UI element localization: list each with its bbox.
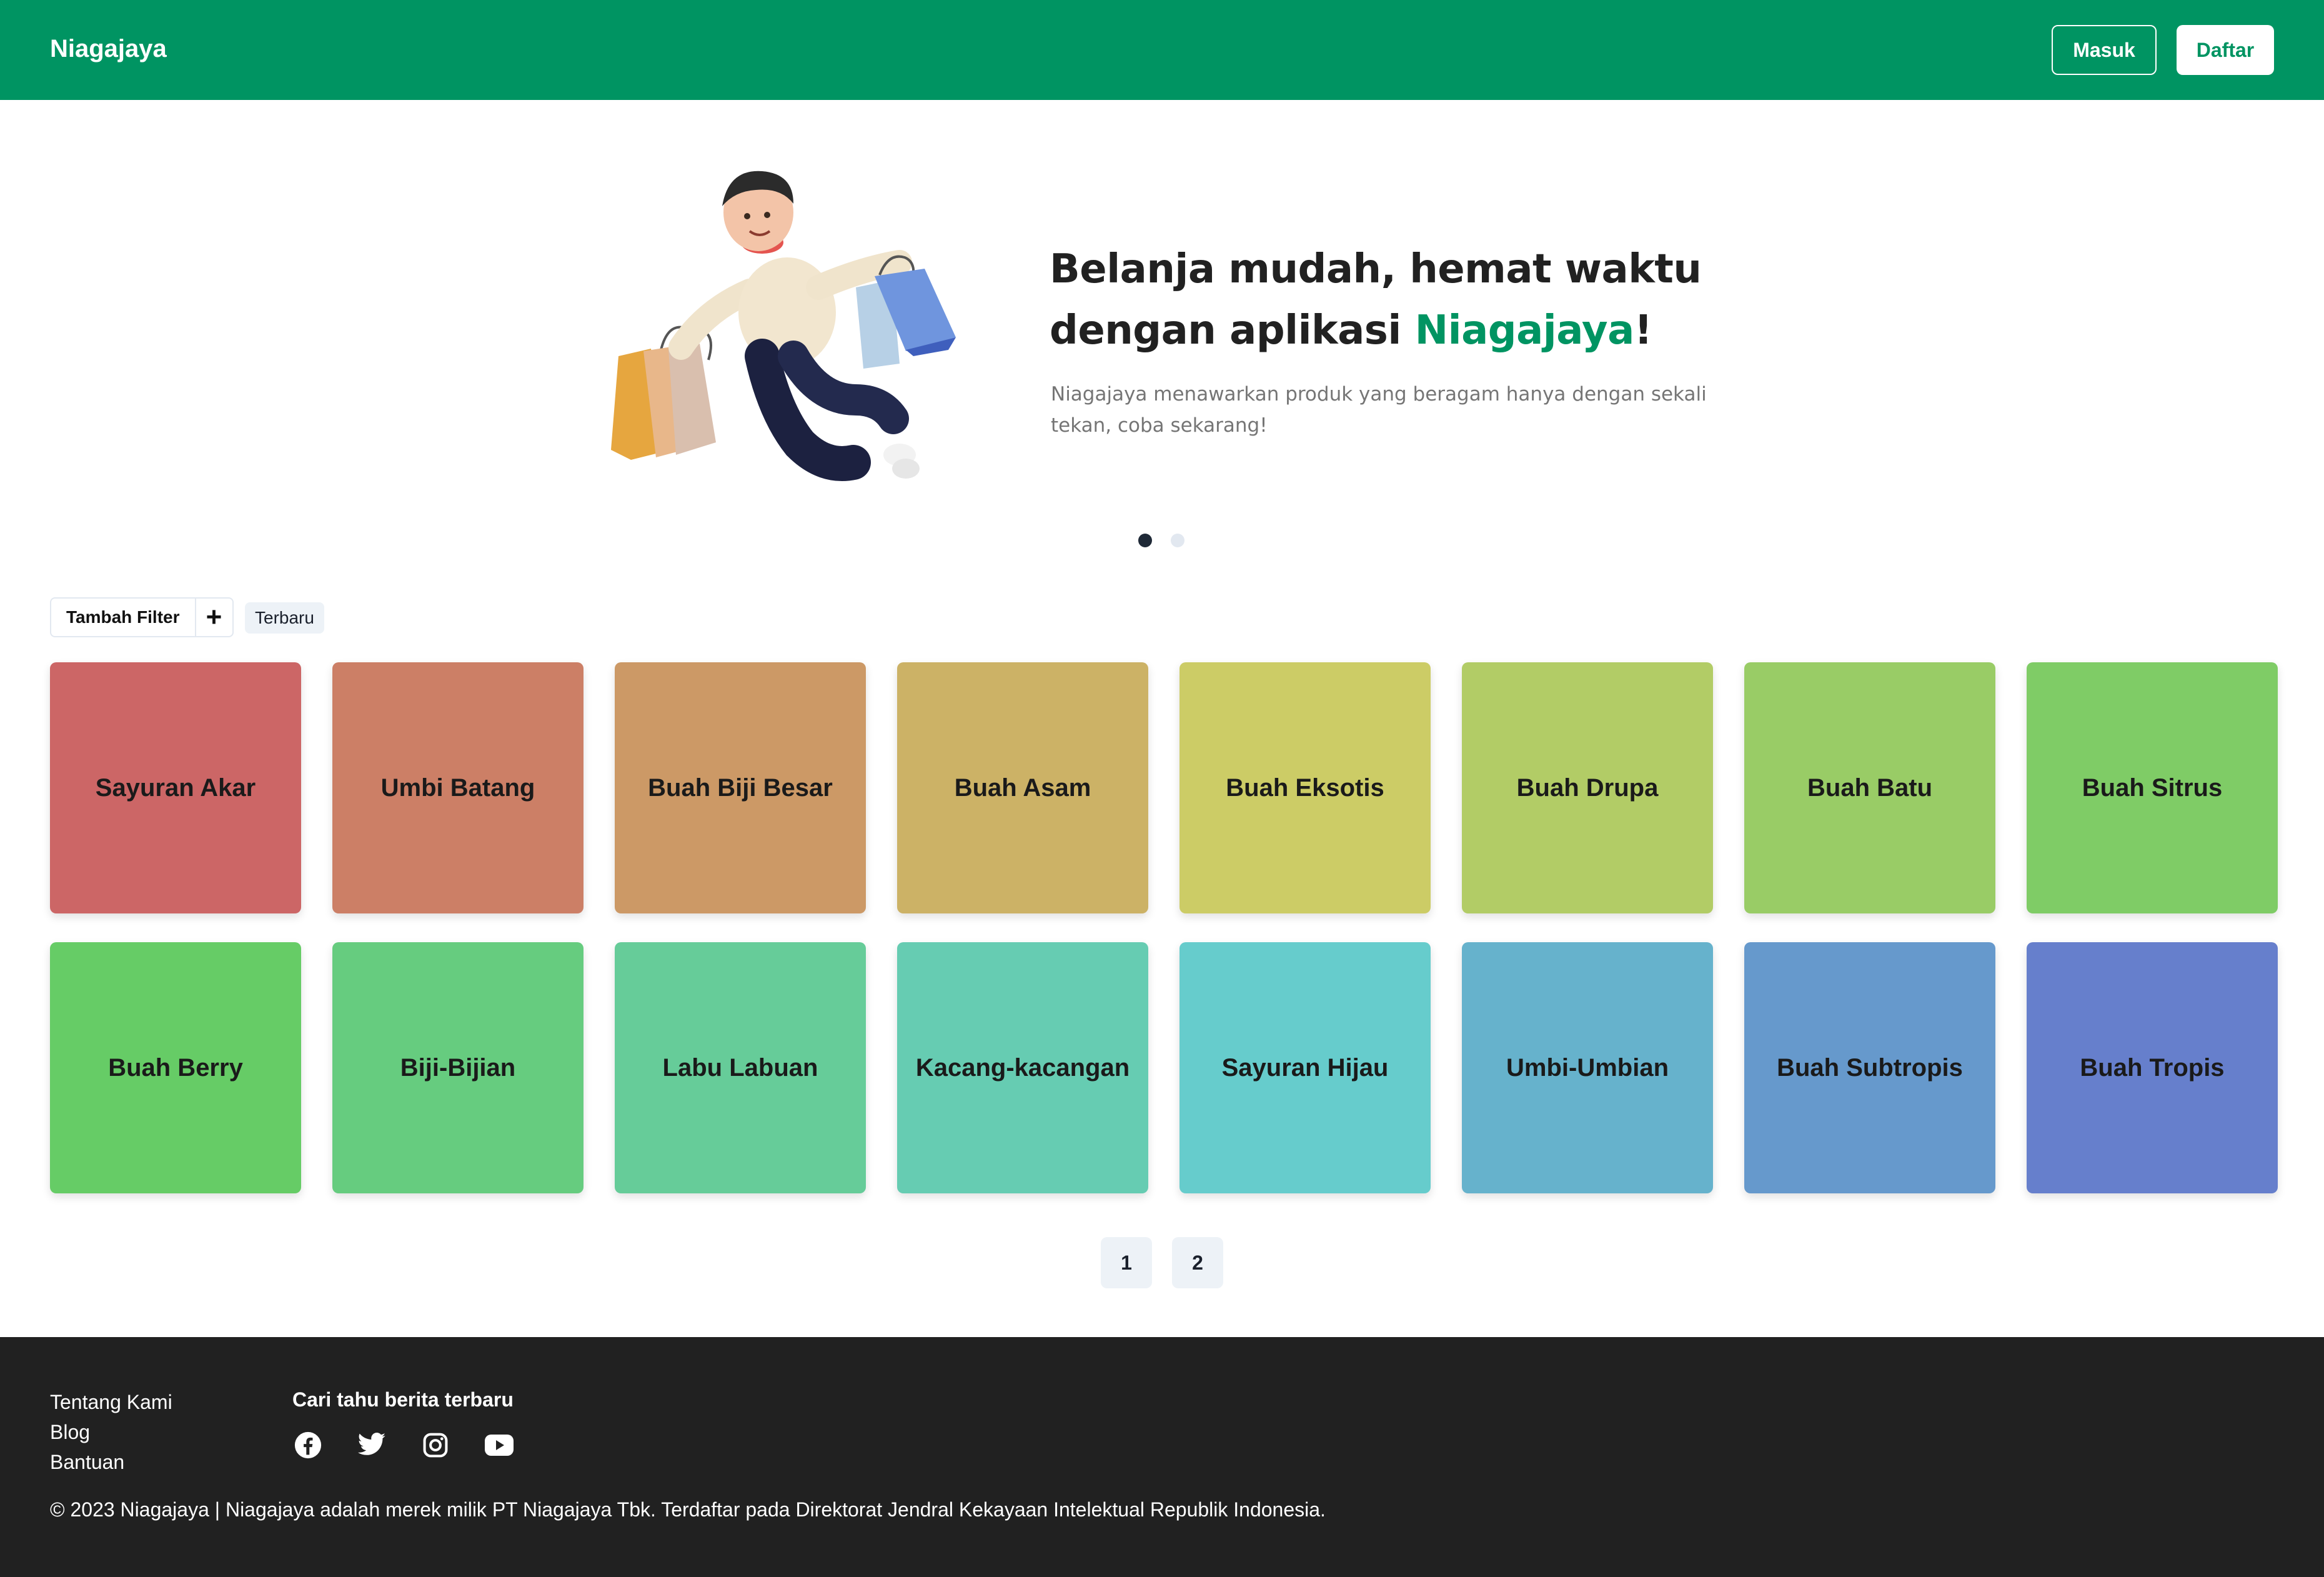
navbar: Niagajaya Masuk Daftar (0, 0, 2324, 100)
category-tile-label: Buah Tropis (2080, 1053, 2225, 1082)
facebook-icon[interactable] (292, 1430, 324, 1461)
hero-title-line2: dengan aplikasi (1050, 307, 1415, 354)
hero-title: Belanja mudah, hemat waktu dengan aplika… (1050, 239, 1737, 361)
category-tile[interactable]: Buah Tropis (2027, 942, 2278, 1193)
brand-logo[interactable]: Niagajaya (50, 34, 167, 64)
youtube-icon[interactable] (484, 1430, 515, 1461)
category-tile[interactable]: Buah Subtropis (1744, 942, 1995, 1193)
hero-title-line1: Belanja mudah, hemat waktu (1050, 246, 1702, 292)
category-tile-label: Sayuran Akar (95, 774, 256, 802)
login-button[interactable]: Masuk (2052, 25, 2157, 75)
category-tile-label: Buah Asam (954, 774, 1091, 802)
category-tile-label: Buah Sitrus (2082, 774, 2223, 802)
category-grid: Sayuran Akar Umbi Batang Buah Biji Besar Bu… (50, 662, 2278, 1193)
register-button[interactable]: Daftar (2177, 25, 2274, 75)
copyright-text: © 2023 Niagajaya | Niagajaya adalah mere… (50, 1498, 1326, 1521)
category-tile[interactable]: Umbi Batang (332, 662, 583, 913)
category-tile-label: Labu Labuan (662, 1053, 818, 1082)
category-tile[interactable]: Buah Drupa (1462, 662, 1713, 913)
category-tile[interactable]: Umbi-Umbian (1462, 942, 1713, 1193)
category-tile-label: Kacang-kacangan (915, 1053, 1130, 1082)
hero-description: Niagajaya menawarkan produk yang beragam… (1051, 383, 1707, 437)
category-tile[interactable]: Sayuran Hijau (1179, 942, 1431, 1193)
carousel-dot-1[interactable] (1138, 534, 1152, 547)
page-button-2[interactable]: 2 (1172, 1237, 1223, 1288)
sort-tag[interactable]: Terbaru (245, 602, 324, 634)
footer: Tentang Kami Blog Bantuan Cari tahu beri… (0, 1337, 2324, 1577)
page-button-1[interactable]: 1 (1101, 1237, 1152, 1288)
footer-link-help[interactable]: Bantuan (50, 1447, 172, 1477)
social-links (292, 1430, 515, 1461)
category-tile[interactable]: Sayuran Akar (50, 662, 301, 913)
add-filter-button[interactable]: Tambah Filter (51, 599, 195, 636)
category-tile[interactable]: Buah Berry (50, 942, 301, 1193)
category-tile-label: Buah Eksotis (1226, 774, 1384, 802)
carousel-dot-2[interactable] (1171, 534, 1184, 547)
footer-link-about[interactable]: Tentang Kami (50, 1387, 172, 1417)
category-tile[interactable]: Labu Labuan (615, 942, 866, 1193)
category-tile-label: Buah Batu (1807, 774, 1932, 802)
hero-title-suffix: ! (1634, 307, 1652, 354)
category-tile[interactable]: Buah Asam (897, 662, 1148, 913)
category-tile-label: Buah Biji Besar (648, 774, 833, 802)
instagram-icon[interactable] (420, 1430, 451, 1461)
footer-links: Tentang Kami Blog Bantuan (50, 1387, 172, 1477)
category-tile-label: Buah Drupa (1516, 774, 1659, 802)
shopper-with-bags-illustration (611, 171, 956, 481)
category-tile[interactable]: Buah Batu (1744, 662, 1995, 913)
category-tile-label: Buah Subtropis (1777, 1053, 1963, 1082)
category-tile-label: Buah Berry (108, 1053, 243, 1082)
category-tile-label: Umbi Batang (380, 774, 535, 802)
category-tile-label: Biji-Bijian (400, 1053, 516, 1082)
category-tile[interactable]: Buah Eksotis (1179, 662, 1431, 913)
category-tile-label: Sayuran Hijau (1221, 1053, 1389, 1082)
category-tile[interactable]: Biji-Bijian (332, 942, 583, 1193)
category-tile[interactable]: Buah Sitrus (2027, 662, 2278, 913)
hero-title-brand: Niagajaya (1414, 307, 1635, 354)
category-tile-label: Umbi-Umbian (1506, 1053, 1669, 1082)
twitter-icon[interactable] (356, 1430, 387, 1461)
news-title: Cari tahu berita terbaru (292, 1388, 514, 1411)
plus-icon[interactable]: + (194, 599, 232, 636)
footer-link-blog[interactable]: Blog (50, 1417, 172, 1447)
filter-group: Tambah Filter + (50, 597, 234, 637)
category-tile[interactable]: Buah Biji Besar (615, 662, 866, 913)
category-tile[interactable]: Kacang-kacangan (897, 942, 1148, 1193)
